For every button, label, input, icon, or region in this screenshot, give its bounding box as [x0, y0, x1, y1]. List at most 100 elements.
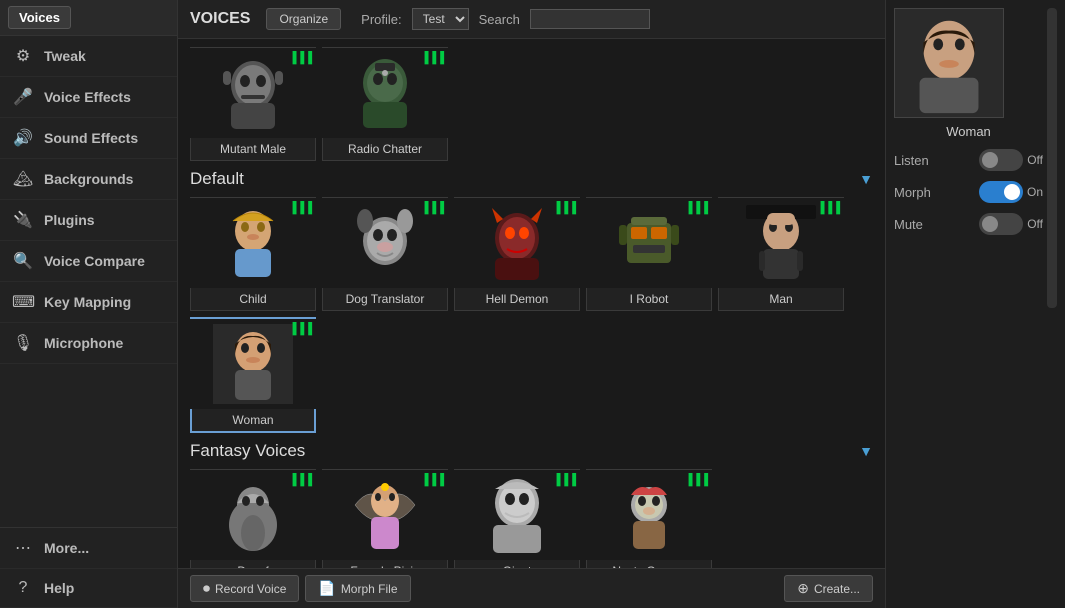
voices-header: VOICES Organize Profile: Test Search [178, 0, 885, 39]
morph-control: Morph On [894, 181, 1043, 203]
voice-img-nasty-gnome: ▐▐▐ [586, 470, 712, 560]
voice-card-female-pixie[interactable]: ▐▐▐ Female Pixie [322, 469, 448, 568]
section-default-title: Default [190, 169, 244, 189]
voice-card-child[interactable]: ▐▐▐ Child [190, 197, 316, 311]
signal-nasty-gnome: ▐▐▐ [685, 474, 708, 486]
voice-name-dog-translator: Dog Translator [323, 288, 447, 310]
voice-card-woman[interactable]: ▐▐▐ Woman [190, 317, 316, 433]
voice-card-hell-demon[interactable]: ▐▐▐ Hell Demon [454, 197, 580, 311]
preview-name: Woman [894, 124, 1043, 139]
sidebar-item-plugins[interactable]: 🔌 Plugins [0, 200, 177, 241]
signal-dwarf: ▐▐▐ [289, 474, 312, 486]
voice-card-giant[interactable]: ▐▐▐ Giant [454, 469, 580, 568]
morph-file-label: Morph File [341, 582, 398, 596]
key-mapping-icon: ⌨ [12, 292, 34, 312]
profile-label: Profile: [361, 12, 401, 27]
sidebar-item-tweak[interactable]: ⚙ Tweak [0, 36, 177, 77]
plugins-icon: 🔌 [12, 210, 34, 230]
sidebar-label-voice-effects: Voice Effects [44, 89, 131, 105]
voice-card-man[interactable]: ▐▐▐ Man [718, 197, 844, 311]
bottom-left-buttons: ⏺ Record Voice 📄 Morph File [190, 575, 411, 602]
voice-card-mutant-male[interactable]: ▐▐▐ Mutant Male [190, 47, 316, 161]
top-voices-grid: ▐▐▐ Mutant Male [190, 47, 873, 161]
voice-card-dwarf[interactable]: ▐▐▐ Dwarf [190, 469, 316, 568]
voice-img-female-pixie: ▐▐▐ [322, 470, 448, 560]
morph-file-button[interactable]: 📄 Morph File [305, 575, 410, 602]
backgrounds-icon: 🏔 [12, 169, 34, 189]
signal-dog-translator: ▐▐▐ [421, 202, 444, 214]
voice-name-giant: Giant [455, 560, 579, 568]
voice-name-i-robot: I Robot [587, 288, 711, 310]
sidebar-item-backgrounds[interactable]: 🏔 Backgrounds [0, 159, 177, 200]
search-input[interactable] [530, 9, 650, 29]
section-fantasy-title: Fantasy Voices [190, 441, 305, 461]
voice-img-hell-demon: ▐▐▐ [454, 198, 580, 288]
voice-img-dwarf: ▐▐▐ [190, 470, 316, 560]
sidebar-label-help: Help [44, 580, 74, 596]
record-voice-button[interactable]: ⏺ Record Voice [190, 575, 299, 602]
sidebar-item-sound-effects[interactable]: 🔊 Sound Effects [0, 118, 177, 159]
bottom-bar: ⏺ Record Voice 📄 Morph File ⊕ Create... [178, 568, 885, 608]
listen-state: Off [1027, 153, 1043, 167]
sidebar-item-voice-compare[interactable]: 🔍 Voice Compare [0, 241, 177, 282]
main-content: VOICES Organize Profile: Test Search ▐▐▐ [178, 0, 885, 608]
voice-card-i-robot[interactable]: ▐▐▐ I Robot [586, 197, 712, 311]
voice-img-man: ▐▐▐ [718, 198, 844, 288]
voice-name-woman-default: Woman [192, 409, 314, 431]
voice-img-radio-chatter: ▐▐▐ [322, 48, 448, 138]
sidebar-item-more[interactable]: ⋯ More... [0, 528, 177, 569]
collapse-fantasy-button[interactable]: ▼ [859, 443, 873, 459]
sidebar-label-more: More... [44, 540, 89, 556]
search-label: Search [479, 12, 520, 27]
voice-name-hell-demon: Hell Demon [455, 288, 579, 310]
right-panel-scrollbar[interactable] [1047, 8, 1057, 308]
voice-card-radio-chatter[interactable]: ▐▐▐ Radio Chatter [322, 47, 448, 161]
voice-img-mutant-male: ▐▐▐ [190, 48, 316, 138]
sidebar-top: Voices [0, 0, 177, 36]
record-voice-label: Record Voice [215, 582, 286, 596]
sound-effects-icon: 🔊 [12, 128, 34, 148]
signal-man: ▐▐▐ [817, 202, 840, 214]
microphone-icon: 🎙 [12, 333, 34, 353]
collapse-default-button[interactable]: ▼ [859, 171, 873, 187]
morph-state: On [1027, 185, 1043, 199]
create-label: Create... [814, 582, 860, 596]
create-button[interactable]: ⊕ Create... [784, 575, 873, 602]
signal-giant: ▐▐▐ [553, 474, 576, 486]
voice-name-mutant-male: Mutant Male [191, 138, 315, 160]
voices-body[interactable]: ▐▐▐ Mutant Male [178, 39, 885, 568]
voice-compare-icon: 🔍 [12, 251, 34, 271]
signal-female-pixie: ▐▐▐ [421, 474, 444, 486]
sidebar: Voices ⚙ Tweak 🎤 Voice Effects 🔊 Sound E… [0, 0, 178, 608]
signal-hell-demon: ▐▐▐ [553, 202, 576, 214]
help-icon: ? [12, 579, 34, 597]
organize-button[interactable]: Organize [266, 8, 341, 30]
voice-card-nasty-gnome[interactable]: ▐▐▐ Nasty Gnome [586, 469, 712, 568]
sidebar-item-voice-effects[interactable]: 🎤 Voice Effects [0, 77, 177, 118]
signal-i-robot: ▐▐▐ [685, 202, 708, 214]
sidebar-item-key-mapping[interactable]: ⌨ Key Mapping [0, 282, 177, 323]
tweak-icon: ⚙ [12, 46, 34, 66]
sidebar-label-key-mapping: Key Mapping [44, 294, 131, 310]
sidebar-item-help[interactable]: ? Help [0, 569, 177, 608]
voice-card-dog-translator[interactable]: ▐▐▐ Dog Translator [322, 197, 448, 311]
sidebar-label-microphone: Microphone [44, 335, 123, 351]
voice-effects-icon: 🎤 [12, 87, 34, 107]
morph-toggle[interactable] [979, 181, 1023, 203]
signal-woman: ▐▐▐ [289, 323, 312, 335]
mute-label: Mute [894, 217, 923, 232]
mute-toggle[interactable] [979, 213, 1023, 235]
signal-mutant-male: ▐▐▐ [289, 52, 312, 64]
listen-toggle[interactable] [979, 149, 1023, 171]
voice-img-woman: ▐▐▐ [190, 319, 316, 409]
voice-name-child: Child [191, 288, 315, 310]
sidebar-item-microphone[interactable]: 🎙 Microphone [0, 323, 177, 364]
voice-img-giant: ▐▐▐ [454, 470, 580, 560]
signal-radio-chatter: ▐▐▐ [421, 52, 444, 64]
listen-control: Listen Off [894, 149, 1043, 171]
profile-select[interactable]: Test [412, 8, 469, 30]
voice-img-i-robot: ▐▐▐ [586, 198, 712, 288]
sidebar-label-voice-compare: Voice Compare [44, 253, 145, 269]
voices-button[interactable]: Voices [8, 6, 71, 29]
sidebar-bottom: ⋯ More... ? Help [0, 527, 177, 608]
